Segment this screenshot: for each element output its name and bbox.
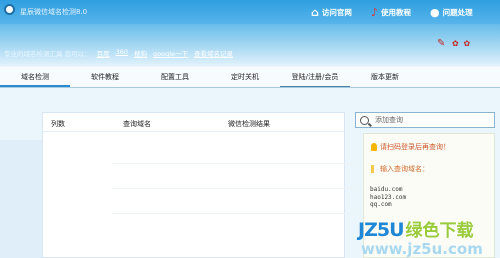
tab-config-tools[interactable]: 配置工具 (140, 67, 210, 87)
sub-header: 专业的域名检测工具 您可以： 百度 360 搜狗 google一下 查看域名记录 (0, 24, 500, 66)
add-query-placeholder: 添加查询 (375, 116, 403, 124)
title-bar: 星辰微信域名检测8.0 ⌂ 访问官网 ♪ 使用教程 ● 问题处理 (0, 0, 500, 24)
penguin-icon: ● (430, 5, 440, 19)
watermark-url: www.jz5u.com (361, 240, 483, 258)
domain-line: qq.com (370, 201, 392, 208)
link-domain-record[interactable]: 查看域名记录 (194, 48, 233, 58)
label-marker-icon (371, 165, 374, 173)
window-title: 星辰微信域名检测8.0 (20, 8, 88, 16)
tab-software-tutorial[interactable]: 软件教程 (70, 67, 140, 87)
link-baidu[interactable]: 百度 (97, 48, 110, 58)
tab-scheduled-shutdown[interactable]: 定时关机 (210, 67, 280, 87)
quick-links: 专业的域名检测工具 您可以： 百度 360 搜狗 google一下 查看域名记录 (4, 48, 233, 58)
tutorial-button[interactable]: ♪ 使用教程 (371, 5, 411, 19)
table-header: 列数 查询域名 微信检测结果 (43, 113, 344, 132)
tab-login-register[interactable]: 登陆/注册/会员 (280, 67, 350, 87)
problem-handling-button[interactable]: ● 问题处理 (430, 5, 473, 19)
column-header-index: 列数 (51, 120, 65, 128)
domain-input-textarea[interactable]: baidu.com hao123.com qq.com (370, 186, 406, 209)
link-360[interactable]: 360 (116, 48, 128, 58)
home-icon: ⌂ (311, 5, 319, 19)
table-row-divider (113, 163, 373, 164)
tab-version-update[interactable]: 版本更新 (350, 67, 420, 87)
watermark-logo: JZ5U 绿色下载 (358, 219, 474, 241)
add-query-field[interactable]: 添加查询 (355, 112, 495, 128)
domain-input-label: 输入查询域名： (371, 164, 429, 174)
links-prefix: 专业的域名检测工具 您可以： (4, 50, 91, 58)
left-margin (0, 140, 42, 258)
domain-line: baidu.com (370, 186, 403, 193)
domain-line: hao123.com (370, 193, 407, 201)
link-google[interactable]: google一下 (153, 48, 188, 58)
tab-domain-check[interactable]: 域名检测 (0, 67, 70, 87)
column-header-result: 微信检测结果 (228, 120, 270, 128)
table-row-divider (113, 213, 373, 214)
music-note-icon: ♪ (371, 5, 379, 19)
table-row-divider (113, 188, 373, 189)
decorative-stamp: ✿ ✿ (452, 39, 472, 48)
login-warning: 请扫码登录后再查询！ (371, 142, 450, 152)
tab-bar: 域名检测 软件教程 配置工具 定时关机 登陆/注册/会员 版本更新 (0, 67, 500, 88)
lightbulb-icon (371, 143, 377, 151)
app-logo-icon (4, 4, 15, 15)
search-icon (360, 115, 369, 125)
link-sogou[interactable]: 搜狗 (134, 48, 147, 58)
column-header-domain: 查询域名 (123, 120, 151, 128)
results-table[interactable]: 列数 查询域名 微信检测结果 (42, 112, 373, 258)
visit-website-button[interactable]: ⌂ 访问官网 (311, 5, 352, 19)
